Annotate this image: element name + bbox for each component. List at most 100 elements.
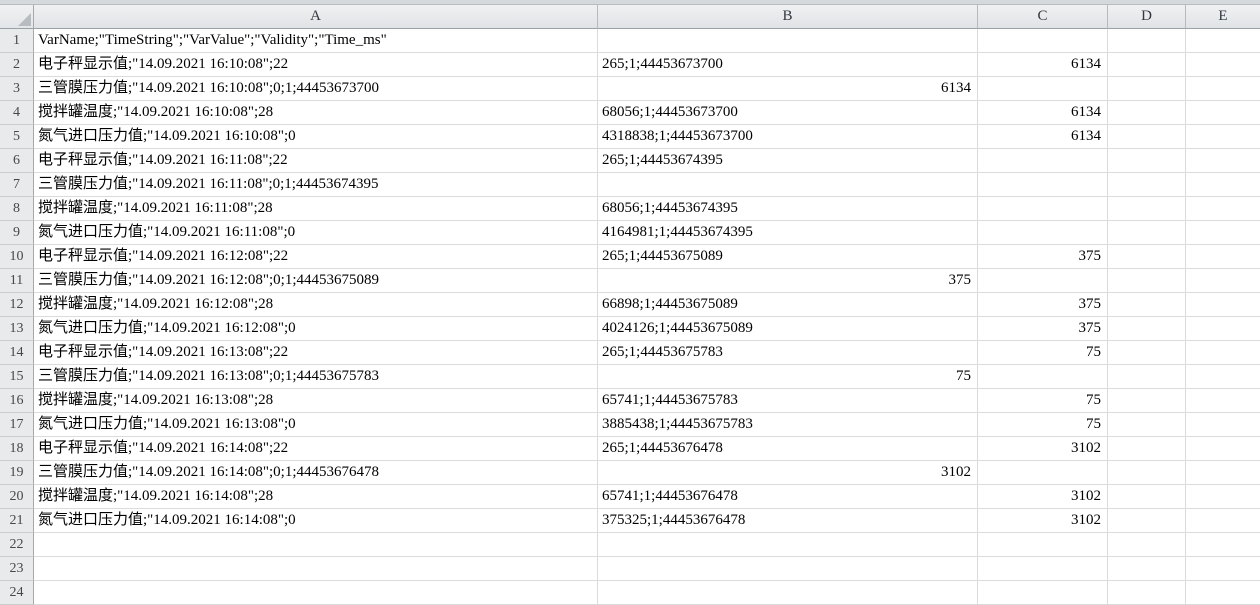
row-header-8[interactable]: 8 — [0, 197, 34, 221]
row-header-9[interactable]: 9 — [0, 221, 34, 245]
cell-D4[interactable] — [1108, 101, 1186, 125]
cell-C21[interactable]: 3102 — [978, 509, 1108, 533]
cell-C8[interactable] — [978, 197, 1108, 221]
cell-A1[interactable]: VarName;"TimeString";"VarValue";"Validit… — [34, 29, 598, 53]
cell-A19[interactable]: 三管膜压力值;"14.09.2021 16:14:08";0;1;4445367… — [34, 461, 598, 485]
cell-E22[interactable] — [1186, 533, 1260, 557]
row-header-20[interactable]: 20 — [0, 485, 34, 509]
cell-D14[interactable] — [1108, 341, 1186, 365]
cell-D9[interactable] — [1108, 221, 1186, 245]
cell-C12[interactable]: 375 — [978, 293, 1108, 317]
cell-E21[interactable] — [1186, 509, 1260, 533]
cell-D1[interactable] — [1108, 29, 1186, 53]
cell-A2[interactable]: 电子秤显示值;"14.09.2021 16:10:08";22 — [34, 53, 598, 77]
cell-C6[interactable] — [978, 149, 1108, 173]
row-header-24[interactable]: 24 — [0, 581, 34, 605]
cell-D11[interactable] — [1108, 269, 1186, 293]
cell-E8[interactable] — [1186, 197, 1260, 221]
cell-C19[interactable] — [978, 461, 1108, 485]
cell-A18[interactable]: 电子秤显示值;"14.09.2021 16:14:08";22 — [34, 437, 598, 461]
column-header-B[interactable]: B — [598, 5, 978, 29]
cell-A12[interactable]: 搅拌罐温度;"14.09.2021 16:12:08";28 — [34, 293, 598, 317]
cell-A23[interactable] — [34, 557, 598, 581]
cell-A7[interactable]: 三管膜压力值;"14.09.2021 16:11:08";0;1;4445367… — [34, 173, 598, 197]
row-header-21[interactable]: 21 — [0, 509, 34, 533]
cell-B5[interactable]: 4318838;1;44453673700 — [598, 125, 978, 149]
cell-C7[interactable] — [978, 173, 1108, 197]
cell-B15[interactable]: 75 — [598, 365, 978, 389]
cell-E19[interactable] — [1186, 461, 1260, 485]
cell-D22[interactable] — [1108, 533, 1186, 557]
cell-B4[interactable]: 68056;1;44453673700 — [598, 101, 978, 125]
cell-B22[interactable] — [598, 533, 978, 557]
cell-E23[interactable] — [1186, 557, 1260, 581]
row-header-7[interactable]: 7 — [0, 173, 34, 197]
column-header-D[interactable]: D — [1108, 5, 1186, 29]
cell-A5[interactable]: 氮气进口压力值;"14.09.2021 16:10:08";0 — [34, 125, 598, 149]
cell-B17[interactable]: 3885438;1;44453675783 — [598, 413, 978, 437]
cell-B21[interactable]: 375325;1;44453676478 — [598, 509, 978, 533]
cell-E11[interactable] — [1186, 269, 1260, 293]
cell-E13[interactable] — [1186, 317, 1260, 341]
column-header-E[interactable]: E — [1186, 5, 1260, 29]
cell-B1[interactable] — [598, 29, 978, 53]
cell-E9[interactable] — [1186, 221, 1260, 245]
cell-D23[interactable] — [1108, 557, 1186, 581]
cell-C10[interactable]: 375 — [978, 245, 1108, 269]
cell-C4[interactable]: 6134 — [978, 101, 1108, 125]
cell-D19[interactable] — [1108, 461, 1186, 485]
row-header-1[interactable]: 1 — [0, 29, 34, 53]
cell-B10[interactable]: 265;1;44453675089 — [598, 245, 978, 269]
cell-D16[interactable] — [1108, 389, 1186, 413]
cell-E16[interactable] — [1186, 389, 1260, 413]
cell-E17[interactable] — [1186, 413, 1260, 437]
row-header-5[interactable]: 5 — [0, 125, 34, 149]
cell-B9[interactable]: 4164981;1;44453674395 — [598, 221, 978, 245]
cell-B11[interactable]: 375 — [598, 269, 978, 293]
cell-B6[interactable]: 265;1;44453674395 — [598, 149, 978, 173]
cell-D21[interactable] — [1108, 509, 1186, 533]
cell-C9[interactable] — [978, 221, 1108, 245]
cell-D5[interactable] — [1108, 125, 1186, 149]
cell-C24[interactable] — [978, 581, 1108, 605]
cell-B18[interactable]: 265;1;44453676478 — [598, 437, 978, 461]
cell-D17[interactable] — [1108, 413, 1186, 437]
cell-B8[interactable]: 68056;1;44453674395 — [598, 197, 978, 221]
row-header-12[interactable]: 12 — [0, 293, 34, 317]
cell-B24[interactable] — [598, 581, 978, 605]
row-header-22[interactable]: 22 — [0, 533, 34, 557]
cell-A16[interactable]: 搅拌罐温度;"14.09.2021 16:13:08";28 — [34, 389, 598, 413]
row-header-19[interactable]: 19 — [0, 461, 34, 485]
cell-B14[interactable]: 265;1;44453675783 — [598, 341, 978, 365]
cell-E20[interactable] — [1186, 485, 1260, 509]
row-header-23[interactable]: 23 — [0, 557, 34, 581]
cell-B20[interactable]: 65741;1;44453676478 — [598, 485, 978, 509]
cell-C5[interactable]: 6134 — [978, 125, 1108, 149]
cell-E14[interactable] — [1186, 341, 1260, 365]
cell-C1[interactable] — [978, 29, 1108, 53]
cell-C14[interactable]: 75 — [978, 341, 1108, 365]
cell-B2[interactable]: 265;1;44453673700 — [598, 53, 978, 77]
cell-A4[interactable]: 搅拌罐温度;"14.09.2021 16:10:08";28 — [34, 101, 598, 125]
cell-E2[interactable] — [1186, 53, 1260, 77]
cell-E5[interactable] — [1186, 125, 1260, 149]
cell-B16[interactable]: 65741;1;44453675783 — [598, 389, 978, 413]
row-header-17[interactable]: 17 — [0, 413, 34, 437]
cell-A8[interactable]: 搅拌罐温度;"14.09.2021 16:11:08";28 — [34, 197, 598, 221]
cell-C11[interactable] — [978, 269, 1108, 293]
cell-D10[interactable] — [1108, 245, 1186, 269]
cell-A13[interactable]: 氮气进口压力值;"14.09.2021 16:12:08";0 — [34, 317, 598, 341]
row-header-4[interactable]: 4 — [0, 101, 34, 125]
cell-B7[interactable] — [598, 173, 978, 197]
cell-E3[interactable] — [1186, 77, 1260, 101]
cell-A9[interactable]: 氮气进口压力值;"14.09.2021 16:11:08";0 — [34, 221, 598, 245]
cell-D6[interactable] — [1108, 149, 1186, 173]
cell-C13[interactable]: 375 — [978, 317, 1108, 341]
cell-B13[interactable]: 4024126;1;44453675089 — [598, 317, 978, 341]
cell-A22[interactable] — [34, 533, 598, 557]
cell-C23[interactable] — [978, 557, 1108, 581]
cell-D13[interactable] — [1108, 317, 1186, 341]
cell-E15[interactable] — [1186, 365, 1260, 389]
cell-A14[interactable]: 电子秤显示值;"14.09.2021 16:13:08";22 — [34, 341, 598, 365]
row-header-16[interactable]: 16 — [0, 389, 34, 413]
